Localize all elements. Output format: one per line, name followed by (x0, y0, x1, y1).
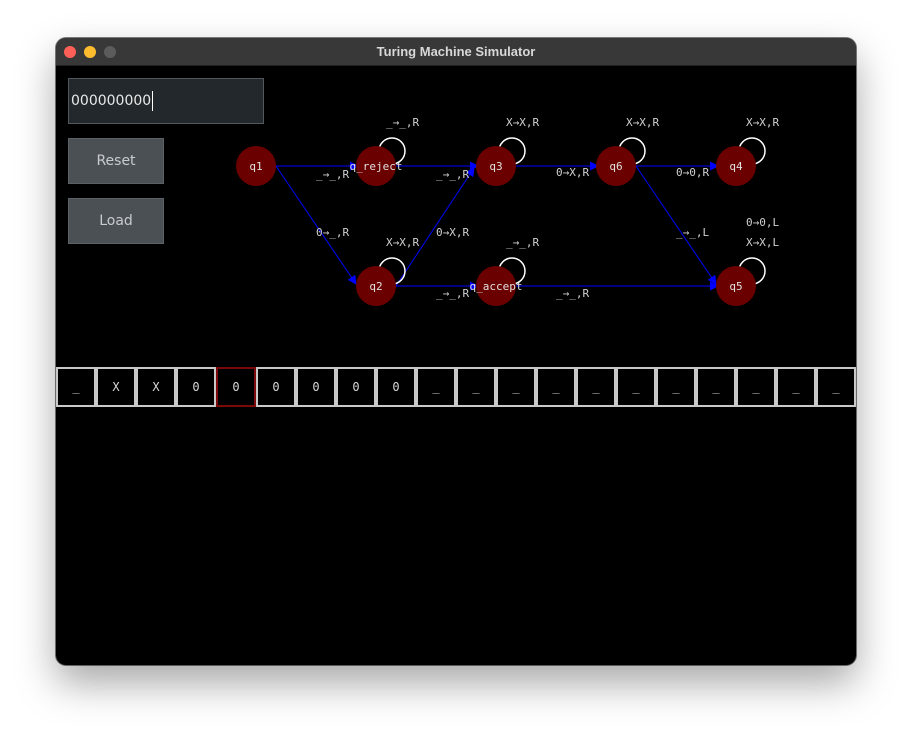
state-label: q3 (489, 160, 502, 173)
state-label: q_accept (470, 280, 523, 293)
tape-cell: _ (696, 367, 736, 407)
tape-cell: X (136, 367, 176, 407)
tape-cell: _ (816, 367, 856, 407)
edge-label: _→_,R (436, 168, 469, 181)
edge-label: 0→X,R (556, 166, 589, 179)
tape-cell: _ (536, 367, 576, 407)
tape-cell-head: 0 (216, 367, 256, 407)
state-label: q6 (609, 160, 622, 173)
tape-cell: 0 (176, 367, 216, 407)
edge-label: _→_,R (386, 116, 419, 129)
tape-cell: _ (656, 367, 696, 407)
tape-cell: _ (496, 367, 536, 407)
app-window: Turing Machine Simulator 000000000 Reset… (56, 38, 856, 665)
state-label: q5 (729, 280, 742, 293)
tape-cell: _ (456, 367, 496, 407)
state-label: q1 (249, 160, 262, 173)
self-loops (378, 137, 766, 285)
edge-q6-q5 (635, 165, 717, 285)
tape-cell: 0 (296, 367, 336, 407)
edge-label: _→_,R (316, 168, 349, 181)
edge-label: _→_,L (676, 226, 709, 239)
tape-cell: 0 (336, 367, 376, 407)
edge-label: _→_,R (506, 236, 539, 249)
edge-label: 0→_,R (316, 226, 349, 239)
edge-q1-q2 (275, 165, 357, 285)
state-label: q_reject (350, 160, 403, 173)
tape-cell: _ (56, 367, 96, 407)
edge-label: X→X,R (386, 236, 419, 249)
edge-label: 0→0,R (676, 166, 709, 179)
edge-label: _→_,R (436, 287, 469, 300)
tape-cell: 0 (376, 367, 416, 407)
tape-cell: _ (416, 367, 456, 407)
window-title: Turing Machine Simulator (376, 44, 536, 59)
title-bar: Turing Machine Simulator (56, 38, 856, 66)
tape: _ X X 0 0 0 0 0 0 _ _ _ _ _ _ _ _ _ _ _ (56, 367, 856, 407)
tape-cell: _ (736, 367, 776, 407)
edge-label: 0→X,R (436, 226, 469, 239)
edge-label: X→X,R (506, 116, 539, 129)
edge-label: 0→0,L (746, 216, 779, 229)
tape-cell: _ (616, 367, 656, 407)
edge-label: X→X,R (746, 116, 779, 129)
tape-cell: _ (576, 367, 616, 407)
state-diagram: q1 q_reject q3 q6 q4 q2 q_accept q5 _→_,… (236, 116, 779, 306)
edge-label: X→X,R (626, 116, 659, 129)
tape-cell: X (96, 367, 136, 407)
state-label: q4 (729, 160, 743, 173)
edge-label: X→X,L (746, 236, 779, 249)
state-label: q2 (369, 280, 382, 293)
tape-cell: _ (776, 367, 816, 407)
edge-label: _→_,R (556, 287, 589, 300)
tape-cell: 0 (256, 367, 296, 407)
